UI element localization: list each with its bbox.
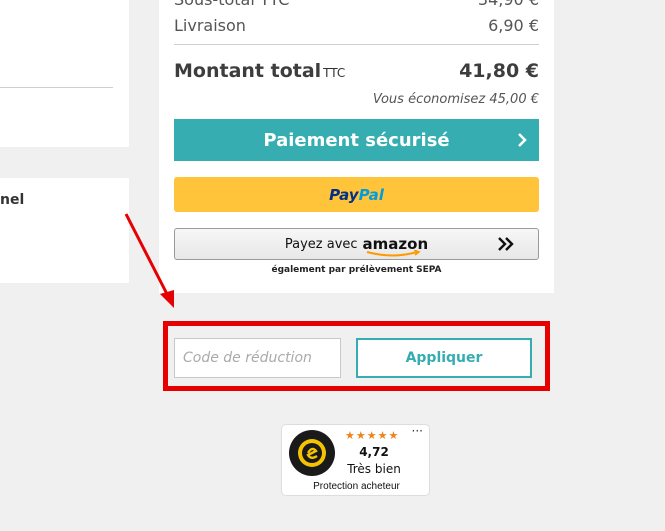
paypal-button[interactable]: PayPal <box>174 177 539 212</box>
total-label: Montant total TTC <box>174 60 346 82</box>
subtotal-value: 34,90 € <box>478 0 539 9</box>
rating-score: 4,72 <box>359 445 389 459</box>
left-divider <box>0 87 113 88</box>
rating-label: Très bien <box>347 462 401 476</box>
amazon-prefix: Payez avec <box>284 236 358 252</box>
left-option-text: nel <box>0 192 25 208</box>
amazon-pay-button[interactable]: Payez avec amazon <box>174 228 539 260</box>
subtotal-label: Sous-total TTC <box>174 0 289 9</box>
rating-stars-icon: ★★★★★ <box>345 429 400 442</box>
left-panel-top <box>0 0 129 147</box>
buyer-protection-text: Protection acheteur <box>313 481 400 492</box>
apply-button[interactable]: Appliquer <box>356 338 532 378</box>
shipping-label: Livraison <box>174 16 246 35</box>
amazon-smile-icon <box>366 250 421 257</box>
discount-code-input[interactable] <box>174 338 341 378</box>
total-suffix: TTC <box>323 66 346 80</box>
secure-payment-label: Paiement sécurisé <box>263 129 450 151</box>
total-row: Montant total TTC 41,80 € <box>174 60 539 82</box>
total-value: 41,80 € <box>459 60 539 82</box>
trusted-shops-seal-icon <box>289 430 335 476</box>
shipping-row: Livraison 6,90 € <box>174 16 539 35</box>
double-chevron-icon <box>498 229 514 259</box>
secure-payment-button[interactable]: Paiement sécurisé <box>174 119 539 161</box>
subtotal-row: Sous-total TTC 34,90 € <box>174 0 539 9</box>
sepa-note: également par prélèvement SEPA <box>271 265 442 275</box>
savings-text: Vous économisez 45,00 € <box>372 92 539 107</box>
more-options-icon[interactable]: ··· <box>412 424 423 438</box>
amazon-logo: amazon <box>363 235 428 257</box>
summary-divider <box>174 44 539 45</box>
trusted-shops-badge[interactable]: ★★★★★ ··· 4,72 Très bien Protection ache… <box>281 424 430 496</box>
shipping-value: 6,90 € <box>488 16 539 35</box>
paypal-logo: PayPal <box>329 185 384 204</box>
red-arrow-annotation <box>124 213 174 308</box>
chevron-right-icon <box>517 119 527 161</box>
